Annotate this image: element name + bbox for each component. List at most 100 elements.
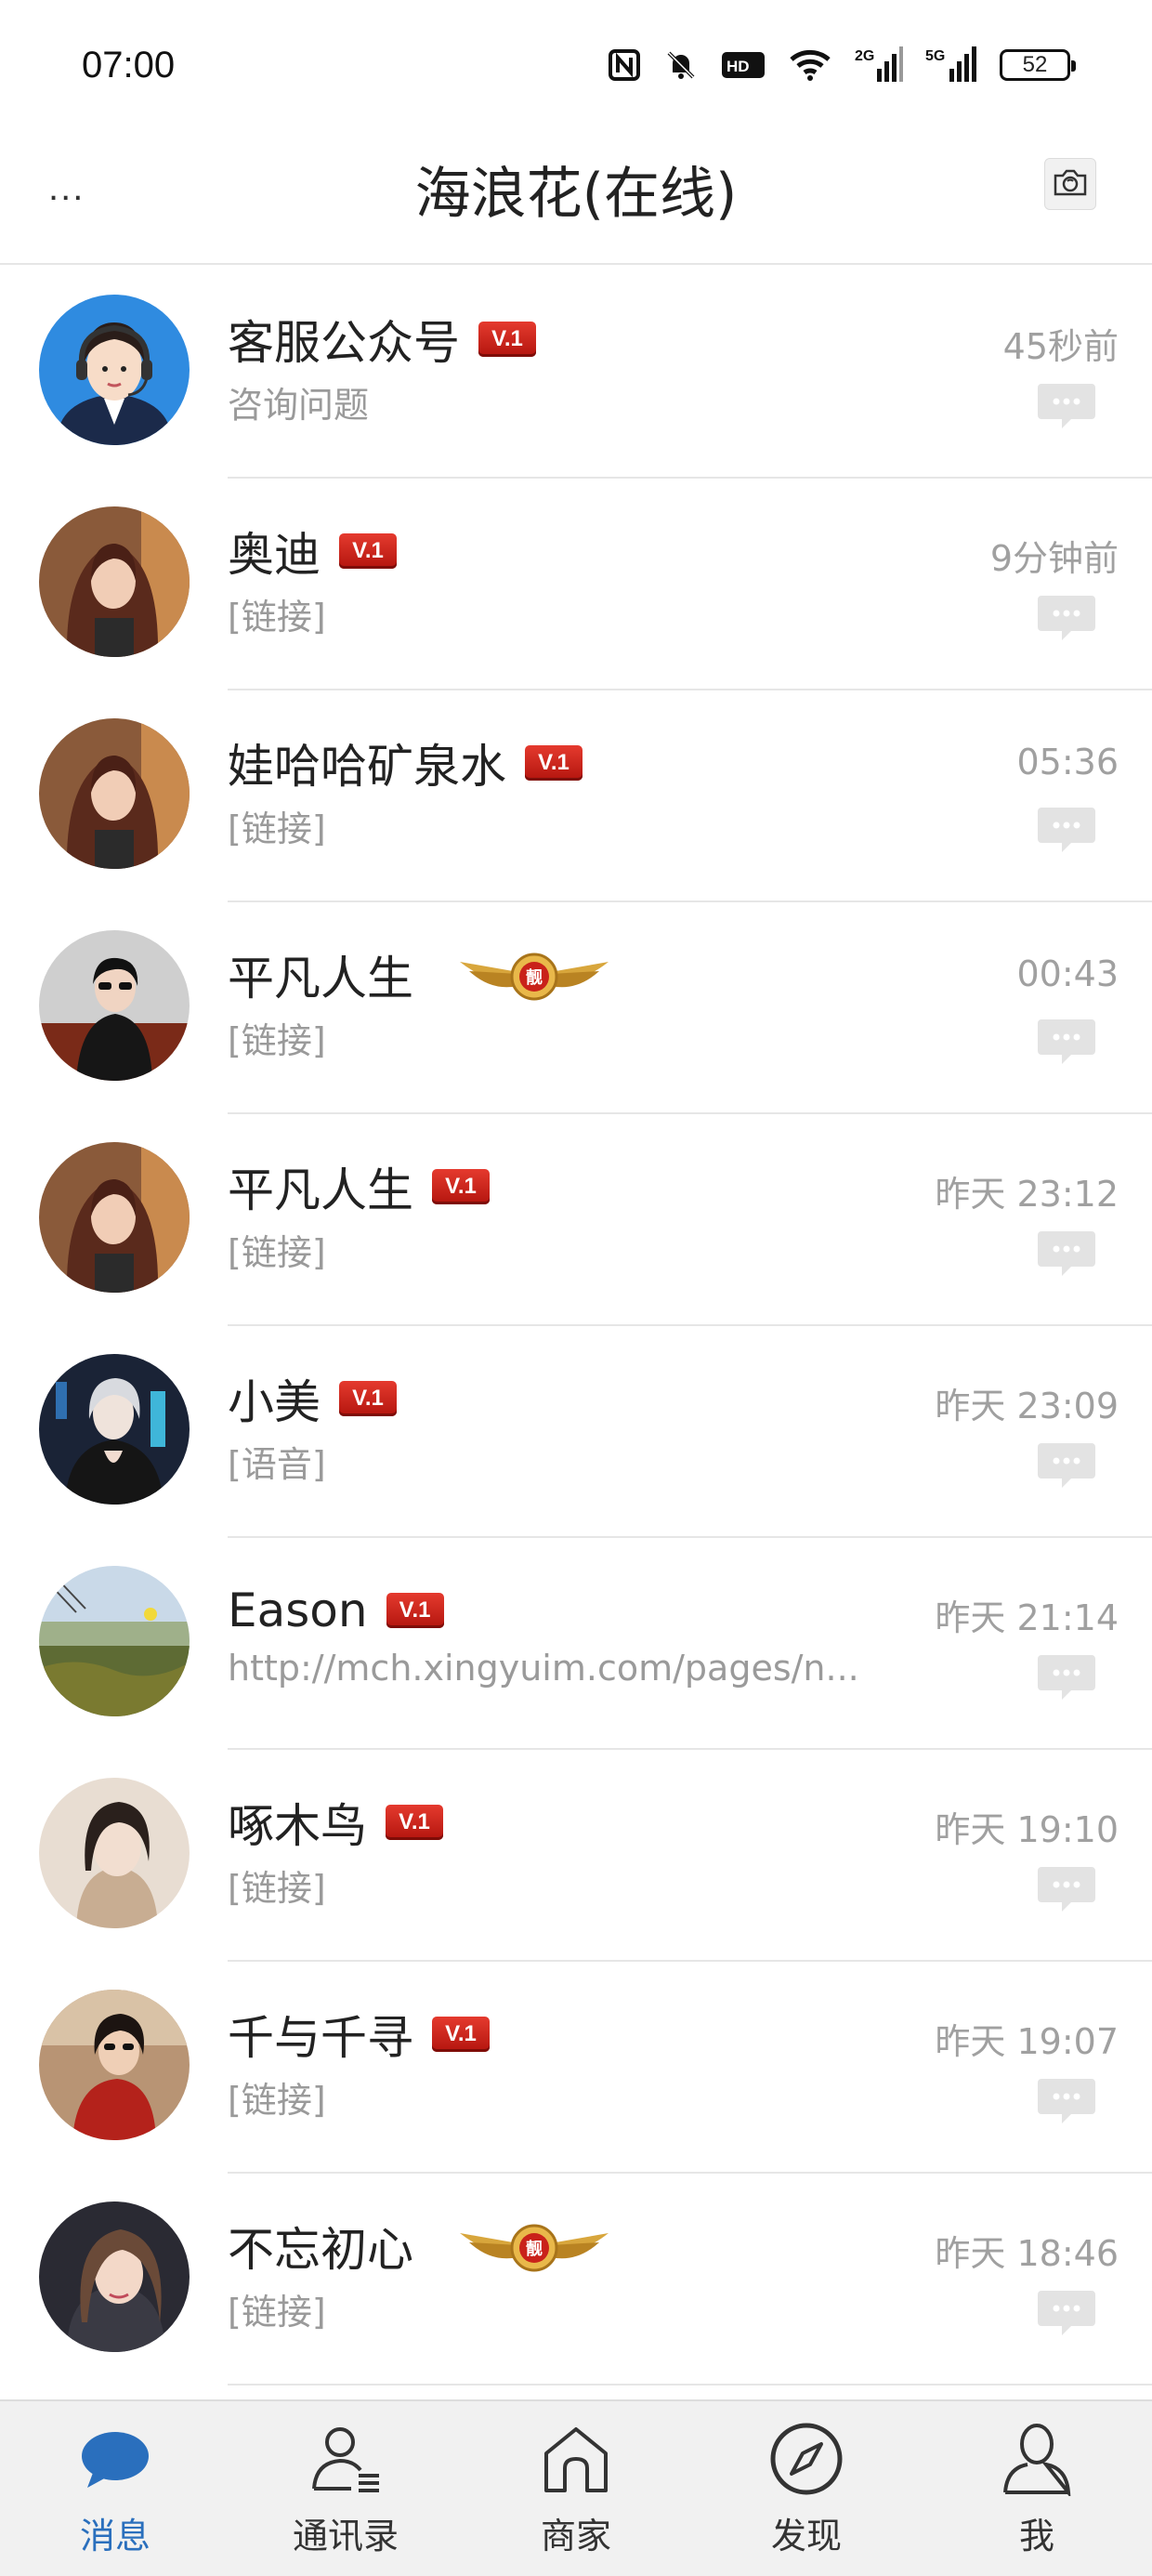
chat-name: 千与千寻: [228, 2011, 413, 2065]
camera-icon: [1052, 166, 1089, 202]
message-bubble-icon: [1036, 1439, 1097, 1492]
message-bubble-icon: [1036, 1016, 1097, 1068]
chat-time: 00:43: [1016, 953, 1119, 994]
status-icons: HD 2G 5G 52: [608, 46, 1076, 84]
message-bubble-icon: [1036, 804, 1097, 856]
chat-name: Eason: [228, 1584, 368, 1637]
chat-item[interactable]: 娃哈哈矿泉水 V.1 [链接] 05:36: [0, 690, 1152, 902]
vip-badge: V.1: [386, 1805, 443, 1840]
svg-text:5G: 5G: [925, 48, 945, 64]
chat-name-row: 奥迪 V.1: [228, 520, 397, 582]
chat-bubble-icon: [78, 2422, 152, 2496]
tab-label: 发现: [770, 2516, 842, 2556]
avatar[interactable]: [39, 718, 190, 869]
chat-name-row: 小美 V.1: [228, 1368, 397, 1429]
avatar[interactable]: [39, 930, 190, 1081]
avatar[interactable]: [39, 1566, 190, 1716]
chat-preview: [链接]: [228, 2292, 326, 2333]
chat-time: 昨天 23:12: [935, 1174, 1119, 1215]
signal-5g-icon: 5G: [925, 46, 977, 84]
chat-name: 不忘初心: [228, 2223, 413, 2277]
chat-item[interactable]: 啄木鸟 V.1 [链接] 昨天 19:10: [0, 1750, 1152, 1962]
chat-time: 昨天 21:14: [935, 1597, 1119, 1638]
crown-badge: 靓: [451, 2215, 618, 2278]
avatar[interactable]: [39, 1354, 190, 1505]
chat-time: 05:36: [1016, 742, 1119, 782]
tab-label: 商家: [540, 2516, 611, 2556]
bottom-tab-bar: 消息 通讯录 商家 发现 我: [0, 2399, 1152, 2576]
vip-badge: V.1: [386, 1593, 444, 1628]
chat-name: 客服公众号: [228, 316, 460, 370]
chat-preview: http://mch.xingyuim.com/pages/n...: [228, 1648, 859, 1689]
hd-icon: HD: [721, 49, 766, 81]
message-bubble-icon: [1036, 592, 1097, 644]
profile-icon: [1000, 2422, 1074, 2496]
svg-text:HD: HD: [727, 58, 750, 75]
vip-badge: V.1: [339, 1381, 397, 1416]
compass-icon: [769, 2422, 844, 2496]
chat-name-row: 平凡人生 V.1: [228, 1156, 490, 1217]
tab-me[interactable]: 我: [922, 2401, 1152, 2576]
vip-badge: V.1: [432, 1169, 490, 1204]
avatar[interactable]: [39, 1142, 190, 1293]
chat-name-row: 啄木鸟 V.1: [228, 1792, 443, 1853]
chat-name: 奥迪: [228, 528, 321, 582]
svg-text:靓: 靓: [526, 2239, 543, 2259]
contacts-icon: [308, 2422, 383, 2496]
message-bubble-icon: [1036, 380, 1097, 432]
chat-name-row: Eason V.1: [228, 1580, 444, 1641]
chat-preview: [链接]: [228, 1232, 326, 1273]
status-bar: 07:00 HD 2G 5G 52: [0, 0, 1152, 130]
message-bubble-icon: [1036, 1863, 1097, 1915]
chat-time: 昨天 18:46: [935, 2233, 1119, 2274]
tab-contacts[interactable]: 通讯录: [230, 2401, 461, 2576]
chat-preview: [链接]: [228, 1020, 326, 1061]
tab-discover[interactable]: 发现: [691, 2401, 922, 2576]
chat-item[interactable]: 奥迪 V.1 [链接] 9分钟前: [0, 479, 1152, 690]
message-bubble-icon: [1036, 1228, 1097, 1280]
store-icon: [539, 2422, 613, 2496]
avatar[interactable]: [39, 295, 190, 445]
chat-time: 昨天 23:09: [935, 1386, 1119, 1426]
svg-text:靓: 靓: [526, 967, 543, 988]
chat-time: 45秒前: [1002, 326, 1119, 367]
nfc-icon: [608, 48, 641, 82]
avatar[interactable]: [39, 506, 190, 657]
chat-time: 昨天 19:10: [935, 1809, 1119, 1850]
chat-name: 娃哈哈矿泉水: [228, 740, 506, 794]
chat-time: 昨天 19:07: [935, 2021, 1119, 2062]
camera-button[interactable]: [1044, 158, 1096, 210]
svg-text:2G: 2G: [855, 48, 874, 64]
chat-item[interactable]: 平凡人生 靓 [链接] 00:43: [0, 902, 1152, 1114]
chat-name-row: 平凡人生 靓: [228, 944, 618, 1005]
page-title: 海浪花(在线): [414, 162, 738, 227]
vip-badge: V.1: [432, 2017, 490, 2052]
status-time: 07:00: [82, 44, 176, 85]
avatar[interactable]: [39, 1990, 190, 2140]
tab-label: 消息: [79, 2516, 151, 2556]
chat-name: 啄木鸟: [228, 1799, 367, 1853]
chat-item[interactable]: 小美 V.1 [语音] 昨天 23:09: [0, 1326, 1152, 1538]
tab-messages[interactable]: 消息: [0, 2401, 230, 2576]
vip-badge: V.1: [339, 533, 397, 569]
chat-name-row: 娃哈哈矿泉水 V.1: [228, 732, 583, 794]
vip-badge: V.1: [525, 745, 583, 781]
chat-item[interactable]: 客服公众号 V.1 咨询问题 45秒前: [0, 267, 1152, 479]
chat-list: 客服公众号 V.1 咨询问题 45秒前 奥迪 V.1 [链接] 9分钟前 娃哈哈…: [0, 267, 1152, 2385]
chat-item[interactable]: Eason V.1 http://mch.xingyuim.com/pages/…: [0, 1538, 1152, 1750]
message-bubble-icon: [1036, 2075, 1097, 2127]
chat-item[interactable]: 平凡人生 V.1 [链接] 昨天 23:12: [0, 1114, 1152, 1326]
chat-item[interactable]: 不忘初心 靓 [链接] 昨天 18:46: [0, 2174, 1152, 2385]
tab-merchants[interactable]: 商家: [461, 2401, 691, 2576]
vip-badge: V.1: [478, 322, 536, 357]
chat-preview: [链接]: [228, 2080, 326, 2121]
avatar[interactable]: [39, 2201, 190, 2352]
tab-label: 通讯录: [292, 2516, 399, 2556]
chat-preview: [链接]: [228, 597, 326, 637]
chat-name: 小美: [228, 1375, 321, 1429]
avatar[interactable]: [39, 1778, 190, 1928]
chat-item[interactable]: 千与千寻 V.1 [链接] 昨天 19:07: [0, 1962, 1152, 2174]
chat-name: 平凡人生: [228, 1163, 413, 1217]
chat-preview: [链接]: [228, 808, 326, 849]
app-header: ... 海浪花(在线): [0, 130, 1152, 265]
